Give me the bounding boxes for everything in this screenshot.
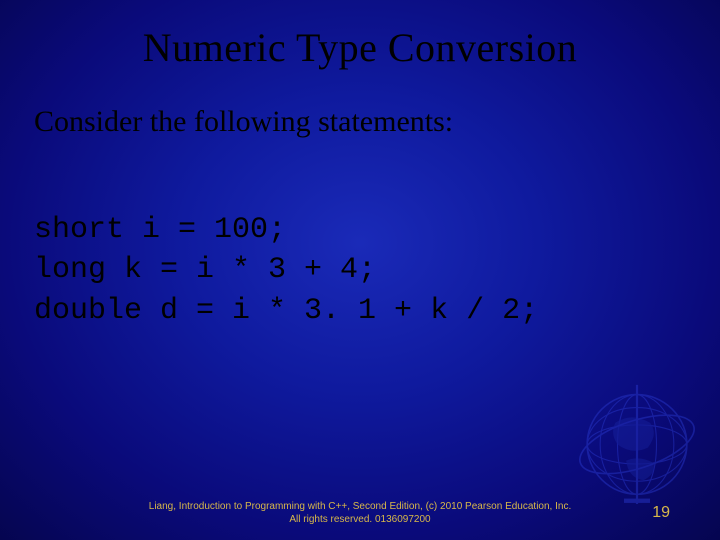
page-number: 19: [652, 504, 670, 522]
footer-line-2: All rights reserved. 0136097200: [0, 514, 720, 527]
code-line: short i = 100;: [34, 213, 286, 247]
slide-title: Numeric Type Conversion: [0, 0, 720, 71]
globe-decoration: [572, 374, 702, 504]
intro-text: Consider the following statements:: [34, 105, 720, 139]
footer: Liang, Introduction to Programming with …: [0, 501, 720, 526]
code-line: long k = i * 3 + 4;: [34, 253, 376, 287]
footer-line-1: Liang, Introduction to Programming with …: [0, 501, 720, 514]
code-block: short i = 100; long k = i * 3 + 4; doubl…: [34, 169, 720, 331]
code-line: double d = i * 3. 1 + k / 2;: [34, 294, 538, 328]
